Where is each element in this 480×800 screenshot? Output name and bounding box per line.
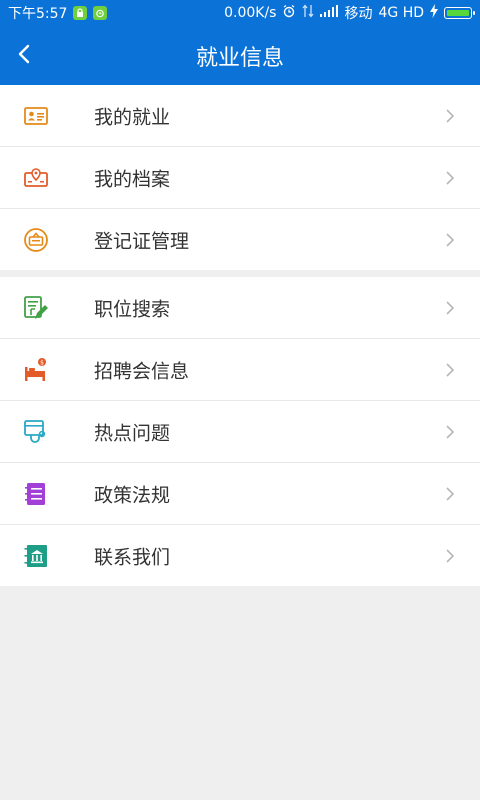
menu-item-certificate-management[interactable]: 登记证管理 bbox=[0, 209, 480, 270]
chevron-right-icon bbox=[444, 362, 456, 378]
menu-item-hot-questions[interactable]: 热点问题 bbox=[0, 401, 480, 463]
status-right: 0.00K/s 移动 4G HD bbox=[224, 3, 475, 23]
status-left: 下午5:57 bbox=[8, 3, 108, 23]
chevron-right-icon bbox=[444, 424, 456, 440]
bank-book-icon bbox=[22, 542, 50, 570]
menu-item-my-archive[interactable]: 我的档案 bbox=[0, 147, 480, 209]
chevron-right-icon bbox=[444, 548, 456, 564]
menu-item-job-search[interactable]: 职位搜索 bbox=[0, 277, 480, 339]
menu-item-label: 我的档案 bbox=[94, 168, 171, 190]
map-pin-card-icon bbox=[22, 164, 50, 192]
menu-item-label: 我的就业 bbox=[94, 106, 171, 128]
status-time: 下午5:57 bbox=[8, 6, 68, 22]
alarm-app-icon bbox=[93, 6, 108, 20]
certificate-badge-icon bbox=[22, 226, 50, 254]
chevron-right-icon bbox=[444, 232, 456, 248]
network-type: 4G HD bbox=[378, 5, 424, 21]
app-bar: 就业信息 bbox=[0, 26, 480, 85]
menu-item-job-fair-info[interactable]: $ 招聘会信息 bbox=[0, 339, 480, 401]
lock-app-icon bbox=[73, 6, 88, 20]
chevron-right-icon bbox=[444, 170, 456, 186]
menu-item-label: 热点问题 bbox=[94, 422, 171, 444]
id-card-icon bbox=[22, 102, 50, 130]
menu-item-contact-us[interactable]: 联系我们 bbox=[0, 525, 480, 586]
data-transfer-icon bbox=[302, 4, 314, 22]
menu-item-label: 联系我们 bbox=[94, 546, 171, 568]
status-bar: 下午5:57 0.00K/s 移动 4G HD bbox=[0, 0, 480, 26]
menu-group-services: 职位搜索 $ 招聘会信息 热点问题 政策法规 联系我们 bbox=[0, 277, 480, 586]
bed-dollar-icon: $ bbox=[22, 356, 50, 384]
battery-icon bbox=[444, 7, 475, 19]
chevron-right-icon bbox=[444, 300, 456, 316]
network-speed: 0.00K/s bbox=[224, 5, 277, 21]
menu-item-policies-regulations[interactable]: 政策法规 bbox=[0, 463, 480, 525]
carrier-name: 移动 bbox=[344, 6, 373, 22]
charging-icon bbox=[430, 4, 438, 22]
menu-item-label: 登记证管理 bbox=[94, 230, 190, 252]
chevron-right-icon bbox=[444, 486, 456, 502]
signal-icon bbox=[320, 5, 339, 21]
list-book-icon bbox=[22, 480, 50, 508]
stethoscope-doc-icon bbox=[22, 418, 50, 446]
menu-item-my-employment[interactable]: 我的就业 bbox=[0, 85, 480, 147]
document-edit-icon bbox=[22, 294, 50, 322]
menu-item-label: 职位搜索 bbox=[94, 298, 171, 320]
page-title: 就业信息 bbox=[195, 45, 284, 71]
chevron-right-icon bbox=[444, 108, 456, 124]
menu-group-personal: 我的就业 我的档案 登记证管理 bbox=[0, 85, 480, 270]
alarm-clock-icon bbox=[282, 4, 296, 22]
svg-text:$: $ bbox=[40, 359, 44, 366]
menu-item-label: 招聘会信息 bbox=[94, 360, 190, 382]
menu-item-label: 政策法规 bbox=[94, 484, 171, 506]
